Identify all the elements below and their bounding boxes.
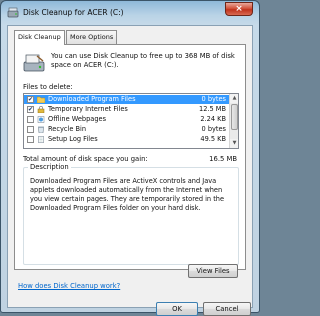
help-link[interactable]: How does Disk Cleanup work? — [18, 282, 120, 290]
check-icon: ✔ — [28, 96, 34, 103]
tab-more-options[interactable]: More Options — [66, 30, 118, 44]
title-bar[interactable]: Disk Cleanup for ACER (C:) × — [1, 1, 259, 23]
checkbox[interactable]: ✔ — [27, 96, 34, 103]
file-size: 12.5 MB — [199, 105, 226, 113]
file-size: 49.5 KB — [200, 135, 226, 143]
check-icon: ✔ — [28, 106, 34, 113]
files-to-delete-label: Files to delete: — [23, 83, 73, 91]
disk-cleanup-icon — [7, 7, 19, 18]
cancel-button[interactable]: Cancel — [203, 302, 251, 316]
scroll-thumb[interactable] — [231, 104, 238, 130]
checkbox[interactable]: ✔ — [27, 106, 34, 113]
globe-page-icon — [37, 116, 45, 123]
tab-panel: You can use Disk Cleanup to free up to 3… — [14, 44, 246, 278]
document-icon — [38, 136, 44, 143]
checkbox[interactable] — [27, 126, 34, 133]
description-title: Description — [28, 163, 71, 171]
description-text: Downloaded Program Files are ActiveX con… — [30, 177, 225, 212]
list-item[interactable]: Offline Webpages 2.24 KB — [24, 115, 230, 124]
checkbox[interactable] — [27, 116, 34, 123]
scroll-down-icon[interactable]: ▼ — [230, 139, 238, 148]
file-name: Setup Log Files — [48, 135, 98, 143]
list-item[interactable]: Setup Log Files 49.5 KB — [24, 135, 230, 144]
window-title: Disk Cleanup for ACER (C:) — [23, 8, 124, 17]
view-files-button[interactable]: View Files — [188, 264, 238, 278]
list-item[interactable]: ✔ Downloaded Program Files 0 bytes — [24, 95, 230, 104]
total-space-value: 16.5 MB — [209, 155, 237, 163]
folder-icon — [37, 96, 45, 103]
checkbox[interactable] — [27, 136, 34, 143]
list-item[interactable]: Recycle Bin 0 bytes — [24, 125, 230, 134]
scroll-up-icon[interactable]: ▲ — [230, 94, 238, 103]
file-name: Temporary Internet Files — [48, 105, 128, 113]
total-space-label: Total amount of disk space you gain: — [23, 155, 148, 163]
intro-text: You can use Disk Cleanup to free up to 3… — [51, 52, 235, 69]
close-icon: × — [235, 4, 243, 14]
dialog-client: Disk Cleanup More Options You can use Di… — [7, 25, 253, 316]
lock-icon — [37, 106, 45, 113]
file-size: 0 bytes — [201, 125, 226, 133]
file-size: 2.24 KB — [200, 115, 226, 123]
description-group: Description Downloaded Program Files are… — [23, 163, 239, 278]
disk-cleanup-window: Disk Cleanup for ACER (C:) × Disk Cleanu… — [0, 0, 260, 316]
list-scrollbar[interactable]: ▲ ▼ — [229, 94, 238, 148]
file-name: Offline Webpages — [48, 115, 107, 123]
tab-disk-cleanup[interactable]: Disk Cleanup — [14, 30, 65, 45]
recycle-bin-icon — [38, 126, 44, 133]
file-size: 0 bytes — [201, 95, 226, 103]
files-list[interactable]: ✔ Downloaded Program Files 0 bytes ✔ Tem… — [23, 93, 239, 149]
hard-drive-icon — [23, 54, 45, 72]
close-button[interactable]: × — [225, 2, 253, 16]
file-name: Recycle Bin — [48, 125, 87, 133]
ok-button[interactable]: OK — [156, 302, 198, 316]
file-name: Downloaded Program Files — [48, 95, 136, 103]
list-item[interactable]: ✔ Temporary Internet Files 12.5 MB — [24, 105, 230, 114]
